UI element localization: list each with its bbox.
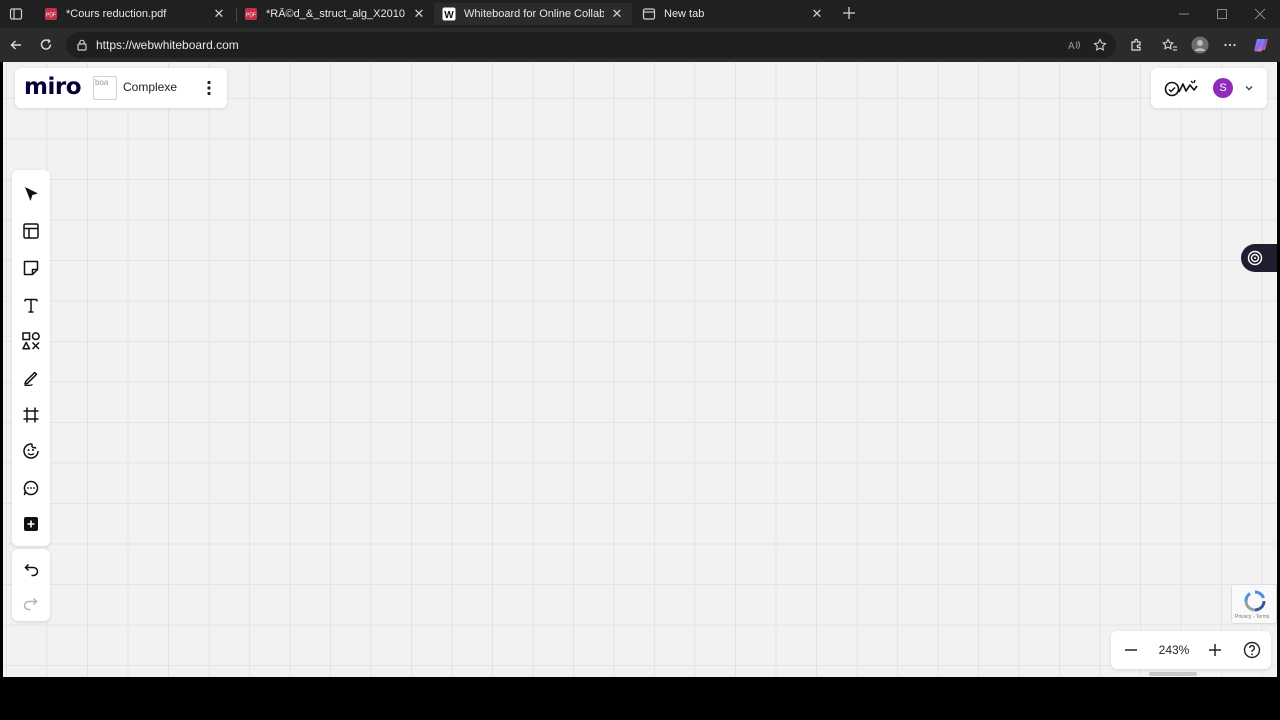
tab-title: New tab	[664, 8, 705, 20]
zoom-out-icon[interactable]	[1121, 640, 1141, 660]
copilot-icon[interactable]	[1252, 35, 1272, 55]
miro-logo[interactable]: miro	[24, 74, 82, 100]
comment-icon[interactable]	[19, 476, 43, 500]
extensions-icon[interactable]	[1126, 35, 1146, 55]
undo-redo-bar	[12, 549, 50, 621]
svg-text:PDF: PDF	[246, 13, 256, 19]
tab-title: *RÃ©d_&_struct_alg_X2010.pdf	[266, 8, 406, 20]
tab-title: Whiteboard for Online Collaborat	[464, 8, 604, 20]
favorite-star-icon[interactable]	[1092, 37, 1108, 53]
board-thumbnail-alt: boa	[95, 78, 109, 87]
close-tab-icon[interactable]: ✕	[212, 6, 226, 21]
target-icon[interactable]	[1241, 244, 1277, 272]
close-tab-icon[interactable]: ✕	[610, 6, 624, 21]
svg-text:A: A	[1068, 41, 1075, 52]
tab-new-tab[interactable]: New tab ✕	[634, 3, 832, 25]
minimize-icon[interactable]	[1174, 4, 1194, 24]
back-arrow-icon[interactable]	[6, 35, 26, 55]
whiteboard-canvas[interactable]: miro boa Complexe S Privacy - Terms 243%	[3, 62, 1277, 677]
zoom-in-icon[interactable]	[1205, 640, 1225, 660]
horizontal-scrollbar[interactable]	[1149, 672, 1197, 676]
redo-icon[interactable]	[19, 591, 43, 615]
screen-bottom-edge	[0, 677, 1280, 720]
read-aloud-icon[interactable]: A	[1066, 37, 1082, 53]
pen-icon[interactable]	[19, 366, 43, 390]
board-menu-icon[interactable]	[201, 78, 217, 98]
tab-title: *Cours reduction.pdf	[66, 8, 167, 20]
reactions-icon[interactable]	[1163, 77, 1201, 99]
new-tab-button[interactable]	[840, 4, 858, 22]
zoom-controls: 243%	[1111, 631, 1271, 669]
tab-cours-reduction[interactable]: PDF *Cours reduction.pdf ✕	[36, 3, 234, 25]
chevron-down-icon[interactable]	[1241, 80, 1257, 96]
sticker-icon[interactable]	[19, 439, 43, 463]
pdf-icon: PDF	[244, 7, 258, 21]
select-arrow-icon[interactable]	[19, 182, 43, 206]
refresh-icon[interactable]	[36, 35, 56, 55]
tab-whiteboard[interactable]: W Whiteboard for Online Collaborat ✕	[434, 3, 632, 25]
text-icon[interactable]	[19, 293, 43, 317]
recaptcha-badge[interactable]: Privacy - Terms	[1231, 584, 1277, 624]
recaptcha-icon	[1244, 590, 1266, 612]
lock-icon[interactable]	[75, 38, 89, 52]
pdf-icon: PDF	[44, 7, 58, 21]
more-apps-icon[interactable]	[19, 512, 43, 536]
svg-text:PDF: PDF	[46, 13, 56, 19]
recaptcha-footer: Privacy - Terms	[1235, 614, 1270, 620]
help-icon[interactable]	[1242, 640, 1262, 660]
close-window-icon[interactable]	[1250, 4, 1270, 24]
favorites-icon[interactable]	[1160, 35, 1180, 55]
browser-toolbar: https://webwhiteboard.com A	[0, 28, 1280, 62]
tab-red-struct-alg[interactable]: PDF *RÃ©d_&_struct_alg_X2010.pdf ✕	[236, 3, 434, 25]
new-tab-icon	[642, 7, 656, 21]
undo-icon[interactable]	[19, 557, 43, 581]
avatar[interactable]: S	[1213, 78, 1233, 98]
close-tab-icon[interactable]: ✕	[412, 6, 426, 21]
shapes-icon[interactable]	[19, 329, 43, 353]
templates-icon[interactable]	[19, 219, 43, 243]
board-name[interactable]: Complexe	[123, 80, 177, 94]
board-header: miro boa Complexe	[15, 68, 227, 108]
board-thumbnail[interactable]: boa	[93, 76, 117, 100]
zoom-level[interactable]: 243%	[1155, 643, 1193, 657]
sticky-note-icon[interactable]	[19, 256, 43, 280]
tab-actions-icon[interactable]	[8, 6, 24, 22]
svg-text:W: W	[444, 10, 454, 21]
collaboration-bar: S	[1151, 68, 1267, 108]
more-options-icon[interactable]	[1220, 35, 1240, 55]
close-tab-icon[interactable]: ✕	[810, 6, 824, 21]
browser-tab-strip: PDF *Cours reduction.pdf ✕ PDF *RÃ©d_&_s…	[0, 0, 1280, 28]
address-bar[interactable]: https://webwhiteboard.com A	[66, 32, 1116, 58]
profile-icon[interactable]	[1190, 35, 1210, 55]
url-text: https://webwhiteboard.com	[96, 38, 239, 52]
whiteboard-w-icon: W	[442, 7, 456, 21]
tools-toolbar	[12, 170, 50, 546]
maximize-icon[interactable]	[1212, 4, 1232, 24]
frame-icon[interactable]	[19, 403, 43, 427]
